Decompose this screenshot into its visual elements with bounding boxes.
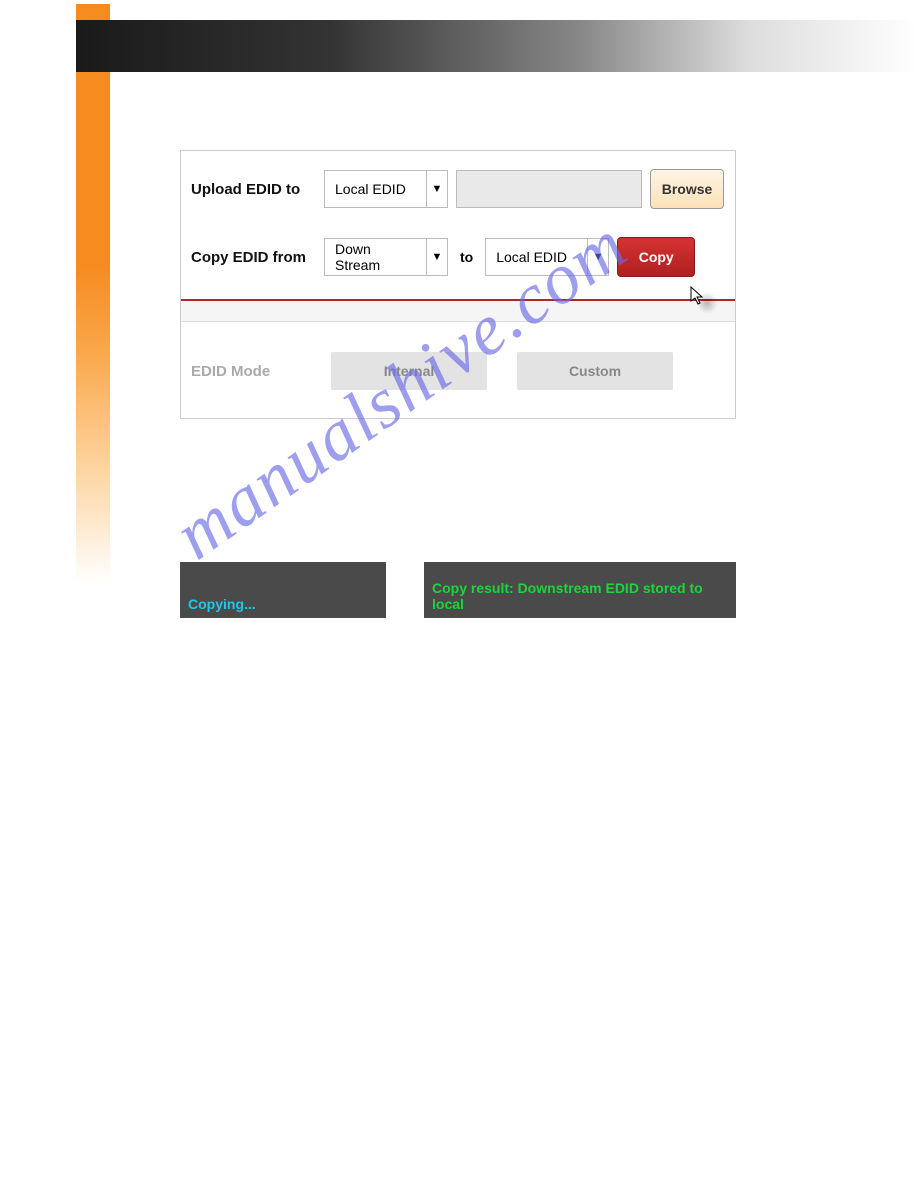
edid-mode-section: EDID Mode Internal Custom	[181, 321, 735, 418]
status-copying-text: Copying...	[188, 596, 256, 612]
browse-button[interactable]: Browse	[650, 169, 724, 209]
copy-row: Copy EDID from Down Stream ▼ to Local ED…	[191, 237, 725, 277]
copy-to-select[interactable]: Local EDID ▼	[485, 238, 609, 276]
edid-panel: Upload EDID to Local EDID ▼ Browse Copy …	[180, 150, 736, 419]
copy-label: Copy EDID from	[191, 249, 316, 266]
upload-dest-chevron[interactable]: ▼	[426, 170, 448, 208]
upload-row: Upload EDID to Local EDID ▼ Browse	[191, 169, 725, 209]
copy-to-value: Local EDID	[485, 238, 587, 276]
copy-from-select[interactable]: Down Stream ▼	[324, 238, 448, 276]
upload-dest-value: Local EDID	[324, 170, 426, 208]
edid-mode-custom-button[interactable]: Custom	[517, 352, 673, 390]
chevron-down-icon: ▼	[432, 183, 443, 195]
upload-file-field[interactable]	[456, 170, 642, 208]
copy-from-value: Down Stream	[324, 238, 426, 276]
status-result-text: Copy result: Downstream EDID stored to l…	[432, 580, 728, 612]
spacer-band	[181, 301, 735, 321]
upload-dest-select[interactable]: Local EDID ▼	[324, 170, 448, 208]
edid-mode-internal-button[interactable]: Internal	[331, 352, 487, 390]
edid-mode-label: EDID Mode	[191, 363, 301, 380]
edid-config-section: Upload EDID to Local EDID ▼ Browse Copy …	[181, 151, 735, 299]
copy-button[interactable]: Copy	[617, 237, 695, 277]
to-label: to	[456, 249, 477, 265]
chevron-down-icon: ▼	[593, 251, 604, 263]
orange-accent-bar	[76, 4, 110, 584]
status-copying-box: Copying...	[180, 562, 386, 618]
copy-from-chevron[interactable]: ▼	[426, 238, 448, 276]
copy-to-chevron[interactable]: ▼	[587, 238, 609, 276]
chevron-down-icon: ▼	[432, 251, 443, 263]
upload-label: Upload EDID to	[191, 181, 316, 198]
header-gradient-bar	[76, 20, 918, 72]
status-result-box: Copy result: Downstream EDID stored to l…	[424, 562, 736, 618]
